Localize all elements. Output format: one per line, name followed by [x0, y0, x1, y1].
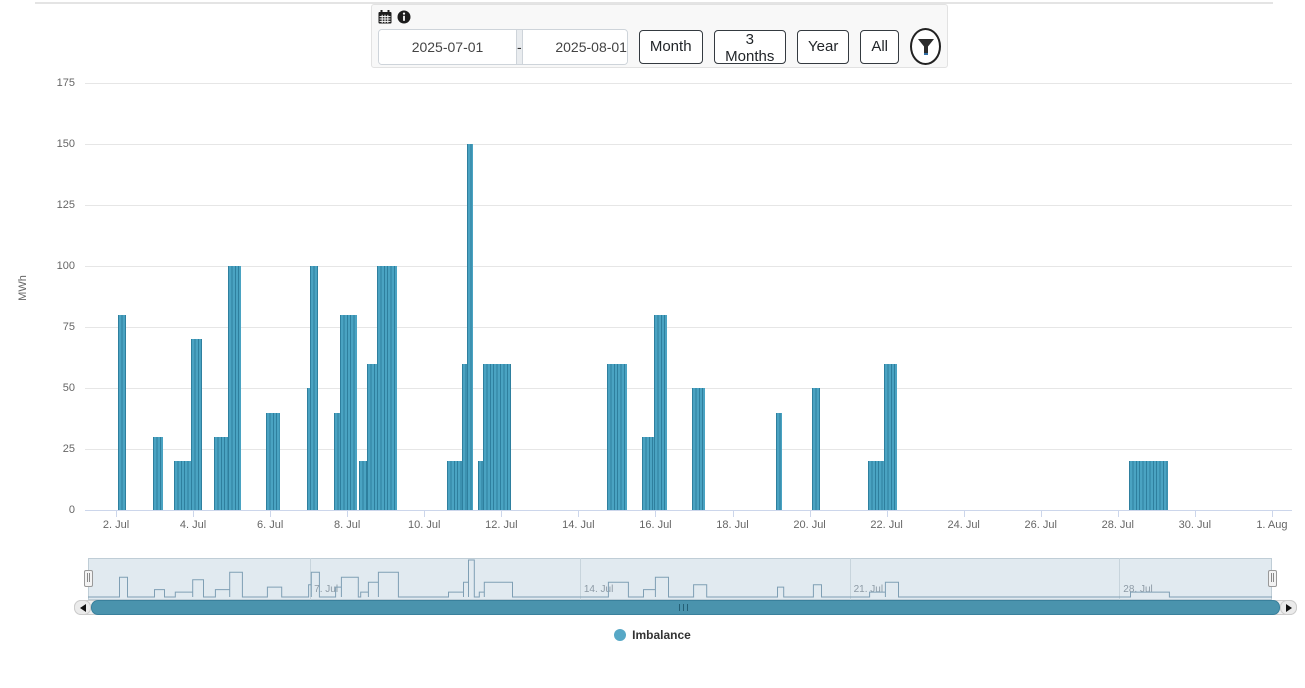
y-tick-label: 50 [0, 382, 75, 395]
bar[interactable] [483, 364, 511, 510]
x-tick-label: 8. Jul [317, 519, 377, 531]
x-tick-label: 26. Jul [1011, 519, 1071, 531]
x-tick-mark [193, 511, 194, 517]
x-tick-mark [810, 511, 811, 517]
bar[interactable] [812, 388, 820, 510]
imbalance-chart-page: - Month 3 Months Year All MWh 0 25 50 75 100… [0, 0, 1305, 688]
bar[interactable] [214, 437, 228, 510]
x-tick-mark [1272, 511, 1273, 517]
x-tick-label: 6. Jul [240, 519, 300, 531]
navigator-handle-right[interactable] [1268, 570, 1277, 587]
y-tick-label: 175 [0, 77, 75, 90]
legend-marker-icon [614, 629, 626, 641]
gridline-150 [85, 144, 1292, 145]
x-tick-mark [116, 511, 117, 517]
bar[interactable] [174, 461, 191, 510]
x-tick-mark [424, 511, 425, 517]
x-axis-line [85, 510, 1292, 511]
bar[interactable] [776, 413, 782, 511]
bar[interactable] [642, 437, 654, 510]
bar[interactable] [654, 315, 667, 510]
gridline-175 [85, 83, 1292, 84]
x-tick-label: 2. Jul [86, 519, 146, 531]
arrow-left-icon [80, 604, 86, 612]
x-tick-mark [347, 511, 348, 517]
range-button-month[interactable]: Month [639, 30, 703, 64]
x-tick-mark [887, 511, 888, 517]
bar[interactable] [692, 388, 705, 510]
x-tick-mark [1118, 511, 1119, 517]
x-tick-label: 1. Aug [1242, 519, 1302, 531]
date-to-input[interactable] [523, 30, 628, 64]
scrollbar-right-button[interactable] [1280, 600, 1297, 615]
filter-icon [917, 38, 935, 56]
x-tick-label: 4. Jul [163, 519, 223, 531]
x-tick-label: 18. Jul [703, 519, 763, 531]
y-tick-label: 25 [0, 443, 75, 456]
x-tick-mark [655, 511, 656, 517]
x-tick-mark [733, 511, 734, 517]
x-tick-mark [1041, 511, 1042, 517]
bar[interactable] [310, 266, 318, 510]
bar[interactable] [118, 315, 126, 510]
legend-item-imbalance[interactable]: Imbalance [0, 628, 1305, 642]
calendar-icon [378, 10, 392, 24]
x-tick-mark [270, 511, 271, 517]
y-tick-label: 125 [0, 199, 75, 212]
scrollbar-left-button[interactable] [74, 600, 91, 615]
x-tick-mark [501, 511, 502, 517]
gridline-125 [85, 205, 1292, 206]
scrollbar-grip-icon [679, 604, 689, 611]
y-tick-label: 0 [0, 504, 75, 517]
y-tick-label: 75 [0, 321, 75, 334]
chart-toolbar: - Month 3 Months Year All [371, 4, 948, 68]
toolbar-icon-row [378, 8, 941, 26]
date-from-input[interactable] [379, 30, 516, 64]
gridline-100 [85, 266, 1292, 267]
bar[interactable] [266, 413, 280, 511]
bar[interactable] [868, 461, 884, 510]
x-tick-label: 14. Jul [548, 519, 608, 531]
x-tick-label: 22. Jul [857, 519, 917, 531]
x-tick-mark [964, 511, 965, 517]
gridline-50 [85, 388, 1292, 389]
range-button-year[interactable]: Year [797, 30, 849, 64]
x-tick-label: 10. Jul [394, 519, 454, 531]
filter-button[interactable] [910, 28, 941, 65]
x-tick-label: 16. Jul [625, 519, 685, 531]
gridline-75 [85, 327, 1292, 328]
x-tick-mark [1195, 511, 1196, 517]
range-button-all[interactable]: All [860, 30, 899, 64]
arrow-right-icon [1286, 604, 1292, 612]
navigator-handle-left[interactable] [84, 570, 93, 587]
bar[interactable] [228, 266, 241, 510]
bar[interactable] [607, 364, 627, 510]
info-icon[interactable] [397, 10, 411, 24]
x-tick-label: 20. Jul [780, 519, 840, 531]
bar[interactable] [191, 339, 202, 510]
bar[interactable] [467, 144, 473, 510]
range-button-3months[interactable]: 3 Months [714, 30, 786, 64]
x-tick-label: 24. Jul [934, 519, 994, 531]
x-tick-mark [578, 511, 579, 517]
navigator-series-line [88, 558, 1272, 600]
toolbar-controls: - Month 3 Months Year All [378, 28, 941, 65]
bar[interactable] [340, 315, 357, 510]
bar[interactable] [367, 364, 377, 510]
bar[interactable] [153, 437, 163, 510]
legend-label: Imbalance [632, 628, 691, 642]
bar[interactable] [377, 266, 397, 510]
date-range-group: - [378, 29, 628, 65]
bar[interactable] [884, 364, 897, 510]
x-tick-label: 30. Jul [1165, 519, 1225, 531]
y-axis-title: MWh [17, 273, 29, 303]
x-tick-label: 28. Jul [1088, 519, 1148, 531]
date-range-separator: - [516, 30, 523, 64]
y-tick-label: 100 [0, 260, 75, 273]
x-tick-label: 12. Jul [471, 519, 531, 531]
bar[interactable] [447, 461, 462, 510]
bar[interactable] [1129, 461, 1168, 510]
bar[interactable] [359, 461, 367, 510]
y-tick-label: 150 [0, 138, 75, 151]
